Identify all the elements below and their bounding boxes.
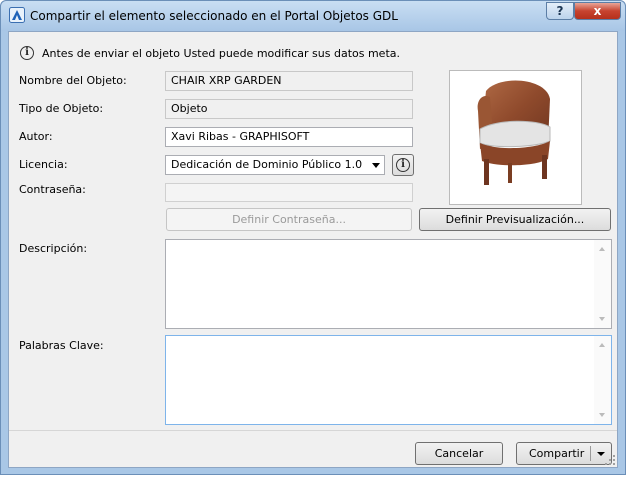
- keywords-scrollbar[interactable]: [594, 336, 611, 424]
- split-divider: [590, 446, 591, 461]
- resize-grip-icon[interactable]: [605, 455, 615, 465]
- object-type-field: Objeto: [165, 99, 413, 119]
- chevron-down-icon: [372, 163, 380, 168]
- chair-preview-image: [477, 80, 551, 185]
- chevron-down-icon[interactable]: [597, 452, 605, 456]
- define-password-button[interactable]: Definir Contraseña...: [166, 208, 412, 231]
- dialog-window: Compartir el elemento seleccionado en el…: [0, 0, 626, 475]
- description-scrollbar[interactable]: [594, 240, 611, 328]
- description-label: Descripción:: [19, 242, 88, 255]
- author-input[interactable]: Xavi Ribas - GRAPHISOFT: [165, 127, 413, 147]
- share-split-button[interactable]: Compartir: [516, 442, 612, 465]
- scroll-down-icon[interactable]: [599, 413, 605, 417]
- license-info-button[interactable]: i: [392, 154, 414, 176]
- info-icon: i: [396, 158, 410, 172]
- keywords-textarea[interactable]: [165, 335, 612, 425]
- object-type-label: Tipo de Objeto:: [19, 102, 104, 115]
- help-button[interactable]: ?: [546, 2, 574, 20]
- license-select[interactable]: Dedicación de Dominio Público 1.0: [165, 155, 385, 175]
- scroll-down-icon[interactable]: [599, 317, 605, 321]
- cancel-button[interactable]: Cancelar: [415, 442, 503, 465]
- share-button-label: Compartir: [529, 447, 585, 460]
- description-textarea[interactable]: [165, 239, 612, 329]
- password-label: Contraseña:: [19, 183, 86, 196]
- info-icon: i: [20, 46, 34, 60]
- close-button[interactable]: x: [574, 2, 621, 20]
- archicad-app-icon: [9, 7, 25, 23]
- dialog-body: i Antes de enviar el objeto Usted puede …: [8, 31, 618, 468]
- author-label: Autor:: [19, 130, 53, 143]
- footer-divider: [9, 430, 617, 431]
- object-preview: [449, 70, 582, 205]
- define-preview-button[interactable]: Definir Previsualización...: [419, 208, 611, 231]
- object-name-label: Nombre del Objeto:: [19, 74, 127, 87]
- window-title: Compartir el elemento seleccionado en el…: [30, 9, 398, 23]
- title-bar[interactable]: Compartir el elemento seleccionado en el…: [1, 1, 625, 31]
- scroll-up-icon[interactable]: [599, 343, 605, 347]
- license-label: Licencia:: [19, 158, 68, 171]
- keywords-label: Palabras Clave:: [19, 339, 104, 352]
- info-message: Antes de enviar el objeto Usted puede mo…: [42, 47, 400, 60]
- scroll-up-icon[interactable]: [599, 247, 605, 251]
- license-select-value: Dedicación de Dominio Público 1.0: [171, 158, 363, 171]
- object-name-field: CHAIR XRP GARDEN: [165, 71, 413, 91]
- password-input[interactable]: [165, 183, 413, 202]
